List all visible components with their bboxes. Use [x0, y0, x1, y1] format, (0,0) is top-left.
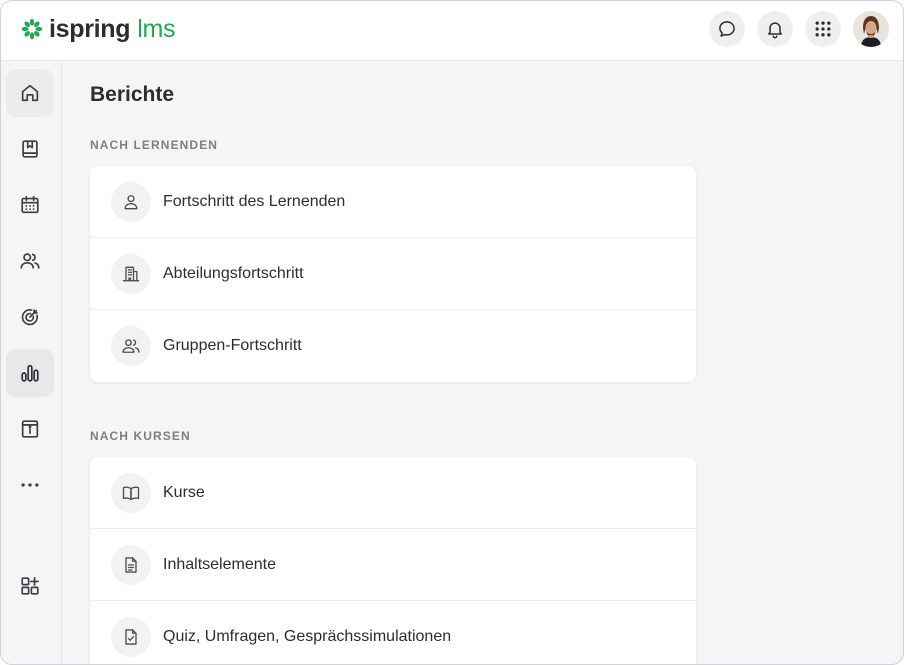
- report-item-courses[interactable]: Kurse: [90, 457, 696, 529]
- sidebar-item-reports[interactable]: [6, 349, 54, 397]
- section-title-courses: NACH KURSEN: [90, 429, 191, 443]
- sidebar-item-users[interactable]: [6, 237, 54, 285]
- bar-chart-icon: [21, 364, 39, 382]
- report-item-label: Abteilungsfortschritt: [163, 264, 304, 282]
- brand-name-primary: ispring: [49, 15, 131, 43]
- card-learner-reports: Fortschritt des Lernenden Abteilungsfort…: [90, 166, 696, 382]
- report-item-quizzes-surveys[interactable]: Quiz, Umfragen, Gesprächssimulationen: [90, 601, 696, 664]
- section-title-learners: NACH LERNENDEN: [90, 138, 219, 152]
- apps-button[interactable]: [805, 11, 841, 47]
- sidebar-item-info[interactable]: [6, 405, 54, 453]
- notifications-button[interactable]: [757, 11, 793, 47]
- card-course-reports: Kurse Inhaltselemente Quiz, Umfragen, Ge…: [90, 457, 696, 664]
- more-icon: [21, 483, 39, 487]
- user-avatar[interactable]: [853, 11, 889, 47]
- top-bar: ispring lms: [1, 1, 903, 61]
- report-item-group-progress[interactable]: Gruppen-Fortschritt: [90, 310, 696, 382]
- target-icon: [21, 309, 38, 326]
- app-window: ispring lms Berichte NACH LERNENDEN Fort…: [0, 0, 904, 665]
- checklist-icon: [125, 629, 137, 645]
- avatar-portrait-icon: [853, 11, 889, 47]
- chat-button[interactable]: [709, 11, 745, 47]
- document-icon: [125, 556, 137, 573]
- person-icon: [124, 194, 138, 209]
- bell-icon: [768, 22, 782, 39]
- sidebar-item-learning[interactable]: [6, 125, 54, 173]
- open-book-icon: [122, 486, 140, 500]
- report-item-label: Inhaltselemente: [163, 555, 276, 573]
- report-item-label: Gruppen-Fortschritt: [163, 337, 302, 354]
- report-item-learner-progress[interactable]: Fortschritt des Lernenden: [90, 166, 696, 238]
- info-archive-icon: [21, 420, 39, 438]
- users-icon: [20, 253, 40, 269]
- sidebar: [1, 62, 62, 664]
- chat-icon: [719, 21, 735, 37]
- add-widget-icon: [21, 576, 40, 595]
- report-item-label: Quiz, Umfragen, Gesprächssimulationen: [163, 628, 452, 645]
- report-item-content-items[interactable]: Inhaltselemente: [90, 529, 696, 601]
- home-icon: [21, 84, 39, 102]
- sidebar-item-more[interactable]: [6, 461, 54, 509]
- bookmark-book-icon: [22, 140, 38, 158]
- group-icon: [122, 339, 140, 353]
- report-item-department-progress[interactable]: Abteilungsfortschritt: [90, 238, 696, 310]
- report-item-label: Kurse: [163, 483, 205, 501]
- brand-logo[interactable]: ispring lms: [21, 14, 176, 44]
- header-actions: [709, 11, 889, 47]
- building-icon: [122, 266, 140, 281]
- sidebar-item-calendar[interactable]: [6, 181, 54, 229]
- main-content: Berichte NACH LERNENDEN Fortschritt des …: [63, 62, 903, 664]
- ispring-logo-icon: [21, 18, 43, 40]
- brand-name-secondary: lms: [137, 15, 176, 43]
- calendar-icon: [21, 195, 39, 214]
- report-item-label: Fortschritt des Lernenden: [163, 192, 346, 210]
- apps-grid-icon: [815, 21, 831, 37]
- page-title: Berichte: [90, 83, 175, 106]
- sidebar-item-add-widget[interactable]: [6, 562, 54, 610]
- sidebar-item-home[interactable]: [6, 69, 54, 117]
- sidebar-item-goals[interactable]: [6, 293, 54, 341]
